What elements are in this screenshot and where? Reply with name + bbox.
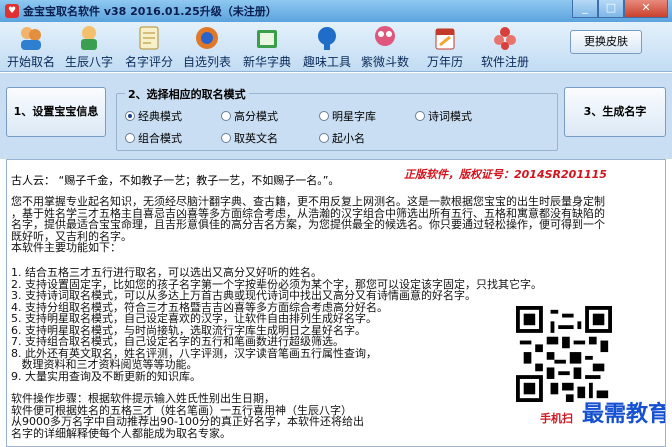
mode-nickname-radio[interactable]: 起小名 <box>319 130 365 146</box>
naming-mode-group: 2、选择相应的取名模式 经典模式 高分模式 明星字库 诗词模式 组合模式 取英文… <box>116 86 558 151</box>
change-skin-button[interactable]: 更换皮肤 <box>570 30 642 54</box>
window-controls: _ □ ✕ <box>572 0 668 18</box>
ziwei-icon <box>370 24 400 52</box>
mode-star-library-radio[interactable]: 明星字库 <box>319 108 376 124</box>
intro-paragraph: 您不用掌握专业起名知识，无须经尽脑汁翻字典、查古籍，更不用反复上网测名。这是一款… <box>11 195 605 254</box>
generate-names-button[interactable]: 3、生成名字 <box>564 87 666 137</box>
qr-code-icon <box>516 306 612 402</box>
radio-icon <box>221 111 231 121</box>
toolbar-start-naming-button[interactable]: 开始取名 <box>0 24 62 70</box>
toolbar-ziwei-button[interactable]: 紫微斗数 <box>354 24 416 70</box>
watermark-text: 最需教育 <box>582 401 666 427</box>
dictionary-icon <box>252 24 282 52</box>
start-naming-icon <box>16 24 46 52</box>
setup-panel: 1、设置宝宝信息 2、选择相应的取名模式 经典模式 高分模式 明星字库 诗词模式… <box>0 73 672 159</box>
naming-mode-title: 2、选择相应的取名模式 <box>125 86 249 102</box>
window-title: 金宝宝取名软件 v38 2016.01.25升级（未注册） <box>23 5 277 18</box>
birth-bazi-icon <box>74 24 104 52</box>
mode-english-name-radio[interactable]: 取英文名 <box>221 130 278 146</box>
radio-icon <box>221 133 231 143</box>
maximize-button[interactable]: □ <box>598 0 624 18</box>
toolbar-birth-bazi-button[interactable]: 生辰八字 <box>58 24 120 70</box>
radio-icon <box>319 133 329 143</box>
name-score-icon <box>134 24 164 52</box>
operation-steps: 软件操作步骤：根据软件提示输入姓氏性别出生日期， 软件便可根据姓名的五格三才（姓… <box>11 392 364 440</box>
mode-highscore-radio[interactable]: 高分模式 <box>221 108 278 124</box>
registration-notice: 正版软件，版权证号：2014SR201115 <box>404 168 607 181</box>
radio-icon <box>415 111 425 121</box>
close-button[interactable]: ✕ <box>624 0 668 18</box>
mode-combo-radio[interactable]: 组合模式 <box>125 130 182 146</box>
features-list: 1. 结合五格三才五行进行取名，可以选出又高分又好听的姓名。 2. 支持设置固定… <box>11 266 542 383</box>
toolbar-name-score-button[interactable]: 名字评分 <box>118 24 180 70</box>
radio-icon <box>319 111 329 121</box>
main-toolbar: 开始取名 生辰八字 名字评分 自选列表 新华字典 趣味工具 紫微斗数 万年历 软… <box>0 22 672 72</box>
mode-poetry-radio[interactable]: 诗词模式 <box>415 108 472 124</box>
mode-classic-radio[interactable]: 经典模式 <box>125 108 182 124</box>
toolbar-register-button[interactable]: 软件注册 <box>474 24 536 70</box>
phone-scan-hint: 手机扫 <box>540 412 573 425</box>
fun-tools-icon <box>312 24 342 52</box>
radio-icon <box>125 133 135 143</box>
info-text-area[interactable]: 古人云： “赐子千金，不如教子一艺；教子一艺，不如赐子一名。”。 正版软件，版权… <box>6 159 666 447</box>
title-bar: ♥ 金宝宝取名软件 v38 2016.01.25升级（未注册） _ □ ✕ <box>0 0 672 22</box>
calendar-icon <box>430 24 460 52</box>
custom-list-icon <box>192 24 222 52</box>
toolbar-calendar-button[interactable]: 万年历 <box>414 24 476 70</box>
toolbar-custom-list-button[interactable]: 自选列表 <box>176 24 238 70</box>
minimize-button[interactable]: _ <box>572 0 598 18</box>
app-icon: ♥ <box>5 4 19 18</box>
radio-icon <box>125 111 135 121</box>
ancient-quote: 古人云： “赐子千金，不如教子一艺；教子一艺，不如赐子一名。”。 <box>11 174 340 187</box>
set-baby-info-button[interactable]: 1、设置宝宝信息 <box>6 87 106 137</box>
toolbar-dictionary-button[interactable]: 新华字典 <box>236 24 298 70</box>
register-icon <box>490 24 520 52</box>
toolbar-fun-tools-button[interactable]: 趣味工具 <box>296 24 358 70</box>
